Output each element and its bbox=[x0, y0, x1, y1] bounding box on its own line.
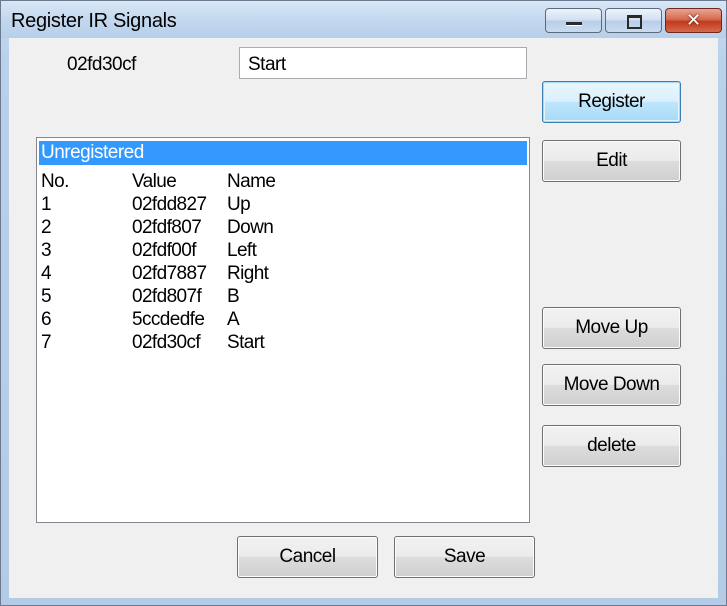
window-title: Register IR Signals bbox=[11, 10, 177, 32]
item-no: 1 bbox=[41, 194, 52, 215]
item-name: Up bbox=[227, 194, 251, 215]
edit-button[interactable]: Edit bbox=[542, 140, 681, 182]
item-value: 5ccdedfe bbox=[132, 309, 205, 330]
item-value: 02fdf807 bbox=[132, 217, 202, 238]
move-up-button[interactable]: Move Up bbox=[542, 307, 681, 349]
item-value: 02fd807f bbox=[132, 286, 202, 307]
item-no: 4 bbox=[41, 263, 52, 284]
close-icon: ✕ bbox=[685, 10, 702, 30]
save-button[interactable]: Save bbox=[394, 536, 535, 578]
minimize-icon bbox=[566, 22, 582, 25]
signal-name-input[interactable] bbox=[239, 47, 527, 79]
maximize-icon bbox=[627, 15, 642, 29]
item-value: 02fdd827 bbox=[132, 194, 207, 215]
close-button[interactable]: ✕ bbox=[665, 8, 722, 33]
item-no: 7 bbox=[41, 332, 52, 353]
item-value: 02fd7887 bbox=[132, 263, 207, 284]
current-code-label: 02fd30cf bbox=[67, 54, 136, 75]
item-value: 02fdf00f bbox=[132, 240, 196, 261]
cancel-button[interactable]: Cancel bbox=[237, 536, 378, 578]
minimize-button[interactable] bbox=[545, 8, 602, 33]
delete-button[interactable]: delete bbox=[542, 425, 681, 467]
item-value: 02fd30cf bbox=[132, 332, 201, 353]
title-bar[interactable]: Register IR Signals ✕ bbox=[1, 1, 726, 38]
maximize-button[interactable] bbox=[605, 8, 662, 33]
item-name: B bbox=[227, 286, 240, 307]
column-header-no: No. bbox=[41, 171, 69, 192]
column-header-name: Name bbox=[227, 171, 276, 192]
item-name: Down bbox=[227, 217, 274, 238]
item-name: Start bbox=[227, 332, 265, 353]
move-down-button[interactable]: Move Down bbox=[542, 364, 681, 406]
item-no: 5 bbox=[41, 286, 52, 307]
signal-list[interactable]: Unregistered No. Value Name 1 02fdd827 U… bbox=[36, 137, 530, 523]
register-button[interactable]: Register bbox=[542, 81, 681, 123]
item-name: Left bbox=[227, 240, 257, 261]
item-name: Right bbox=[227, 263, 269, 284]
item-no: 6 bbox=[41, 309, 52, 330]
item-no: 2 bbox=[41, 217, 52, 238]
item-name: A bbox=[227, 309, 240, 330]
list-group-header[interactable]: Unregistered bbox=[39, 141, 527, 165]
item-no: 3 bbox=[41, 240, 52, 261]
column-header-value: Value bbox=[132, 171, 177, 192]
